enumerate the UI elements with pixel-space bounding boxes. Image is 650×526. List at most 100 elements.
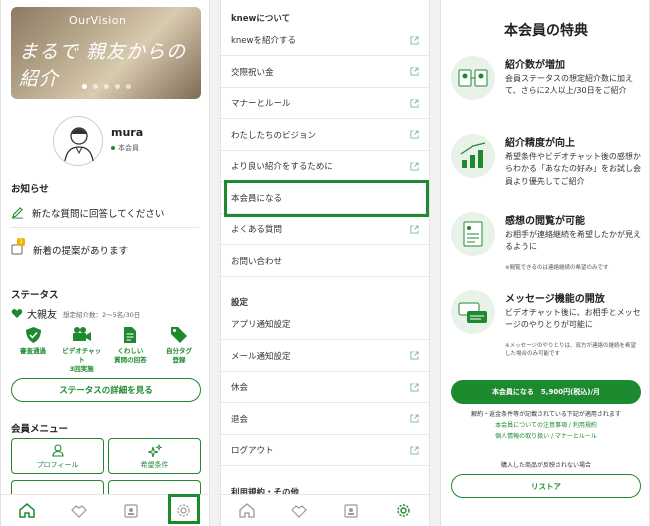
user-name: mura — [111, 126, 144, 139]
external-link-icon — [410, 445, 419, 455]
menu-profile[interactable]: プロフィール — [11, 438, 104, 474]
badge-questions: くわしい 質問の回答 — [108, 326, 152, 373]
banner-pager[interactable] — [11, 74, 201, 93]
menu-row[interactable]: マナーとルール — [221, 88, 429, 119]
tab-match[interactable] — [65, 497, 93, 525]
benefit-note: ※メッセージのやりとりは、双方が連絡の継続を希望した場合のみ可能です — [505, 343, 637, 358]
subscribe-button[interactable]: 本会員になる 5,900円(税込)/月 — [451, 380, 641, 404]
menu-row[interactable]: 休会 — [221, 372, 429, 403]
news-item-label: 新着の提案があります — [33, 246, 129, 257]
news-heading: お知らせ — [11, 184, 49, 195]
heart-icon — [11, 309, 23, 318]
benefits-screen: 本会員の特典 紹介数が増加 会員ステータスの想定紹介数に加えて、さらに2人以上/… — [440, 0, 650, 526]
restore-button[interactable]: リストア — [451, 474, 641, 498]
status-level: 大親友 想定紹介数：2〜5名/30日 — [11, 306, 140, 321]
badge-label: くわしい 質問の回答 — [114, 347, 147, 364]
tab-profile[interactable] — [337, 497, 365, 525]
benefit-title: メッセージ機能の開放 — [505, 294, 605, 305]
promo-banner[interactable]: OurVision まるで 親友からの紹介 — [11, 7, 201, 99]
menu-row-label: knewを紹介する — [231, 36, 296, 46]
handshake-icon — [71, 504, 87, 518]
menu-row[interactable]: メール通知設定 — [221, 341, 429, 372]
benefit-title: 感想の閲覧が可能 — [505, 216, 585, 227]
benefit-title: 紹介精度が向上 — [505, 138, 575, 149]
growth-chart-icon — [451, 134, 495, 178]
benefit-item: 紹介精度が向上 希望条件やビデオチャット後の感想からわかる「あなたの好み」をお試… — [451, 134, 641, 206]
terms-link[interactable]: 本会員についての注意事項 / 利用規約 — [441, 421, 649, 431]
person-icon — [51, 444, 64, 457]
news-item[interactable]: 新たな質問に回答してください — [11, 198, 199, 228]
profile-card-icon — [124, 503, 138, 518]
avatar-illustration-icon — [64, 127, 94, 162]
news-item[interactable]: 1 新着の提案があります — [11, 235, 199, 265]
external-link-icon — [410, 35, 419, 45]
menu-row-label: アプリ通知設定 — [231, 320, 291, 330]
external-link-icon — [410, 382, 419, 392]
menu-row-label: メール通知設定 — [231, 351, 291, 362]
document-list-icon — [451, 212, 495, 256]
handshake-icon — [291, 504, 307, 518]
menu-row[interactable]: お問い合わせ — [221, 246, 429, 277]
new-count-badge: 1 — [17, 237, 25, 246]
status-heading: ステータス — [11, 290, 59, 301]
benefit-item: 感想の閲覧が可能 お相手が連絡継続を希望したかが見えるように ※閲覧できるのは連… — [451, 212, 641, 282]
menu-row[interactable]: 退会 — [221, 404, 429, 435]
external-link-icon — [410, 161, 419, 171]
terms-notice: 解約・返金条件等が記載されている下記が適用されます — [471, 411, 621, 418]
status-level-sub: 想定紹介数：2〜5名/30日 — [63, 310, 141, 319]
home-icon — [239, 503, 255, 518]
tab-profile[interactable] — [117, 497, 145, 525]
user-rank: 本会員 — [111, 143, 139, 153]
benefit-item: メッセージ機能の開放 ビデオチャット後に、お相手とメッセージのやりとりが可能に … — [451, 290, 641, 366]
gear-icon — [396, 504, 410, 517]
menu-row[interactable]: わたしたちのビジョン — [221, 120, 429, 151]
menu-row[interactable]: knewを紹介する — [221, 25, 429, 56]
menu-row-label: よくある質問 — [231, 225, 283, 235]
settings-heading: 設定 — [231, 298, 249, 308]
menu-row[interactable]: よくある質問 — [221, 214, 429, 245]
benefit-title: 紹介数が増加 — [505, 60, 565, 71]
home-icon — [19, 503, 35, 518]
tab-settings-highlight — [168, 494, 200, 524]
menu-row[interactable]: アプリ通知設定 — [221, 309, 429, 340]
menu-row-label: 休会 — [231, 383, 249, 393]
external-link-icon — [410, 351, 419, 360]
upgrade-highlight — [224, 180, 429, 217]
menu-row-label: 退会 — [231, 414, 249, 425]
status-badges: 審査通過 ビデオチャット 3回実施 くわしい 質問の回答 自分タグ 登録 — [11, 326, 201, 373]
menu-row-label: お問い合わせ — [231, 256, 283, 267]
menu-row[interactable]: 交際祝い金 — [221, 57, 429, 88]
avatar[interactable] — [53, 116, 103, 166]
badge-label: 自分タグ 登録 — [165, 347, 192, 364]
menu-row-label: マナーとルール — [231, 99, 291, 109]
settings-screen: knewについて knewを紹介する 交際祝い金 マナーとルール わたしたちのビジョン… — [220, 0, 430, 526]
tab-settings[interactable] — [389, 497, 417, 525]
badge-label: ビデオチャット 3回実施 — [62, 347, 102, 373]
restore-notice: 購入した商品が反映されない場合 — [500, 462, 591, 469]
benefit-note: ※閲覧できるのは連絡継続の希望のみです — [505, 265, 609, 271]
tab-home[interactable] — [233, 497, 261, 525]
menu-row[interactable]: ログアウト — [221, 435, 429, 466]
status-level-label: 大親友 — [27, 310, 57, 321]
external-link-icon — [410, 414, 419, 423]
menu-row-label: 交際祝い金 — [231, 67, 274, 78]
tab-home[interactable] — [13, 497, 41, 525]
menu-row-label: より良い紹介をするために — [231, 162, 333, 172]
status-detail-button[interactable]: ステータスの詳細を見る — [11, 378, 201, 402]
page-title: 本会員の特典 — [504, 23, 588, 39]
tab-match[interactable] — [285, 497, 313, 525]
sparkle-icon — [147, 444, 162, 458]
profile-card-icon — [344, 503, 358, 518]
menu-row[interactable]: より良い紹介をするために — [221, 151, 429, 182]
benefit-desc: お相手が連絡継続を希望したかが見えるように — [505, 230, 641, 252]
privacy-link[interactable]: 個人情報の取り扱い / マナーとルール — [441, 432, 649, 442]
menu-preferences[interactable]: 希望条件 — [108, 438, 201, 474]
banner-brand: OurVision — [69, 14, 127, 27]
badge-tags: 自分タグ 登録 — [157, 326, 201, 373]
external-link-icon — [410, 130, 419, 139]
bell-icon: 1 — [11, 237, 33, 259]
menu-row-label: ログアウト — [231, 446, 274, 456]
benefit-desc: 希望条件やビデオチャット後の感想からわかる「あなたの好み」をお試し会員より優先し… — [505, 152, 641, 186]
check-shield-icon — [25, 327, 41, 343]
menu-preferences-label: 希望条件 — [140, 461, 169, 469]
